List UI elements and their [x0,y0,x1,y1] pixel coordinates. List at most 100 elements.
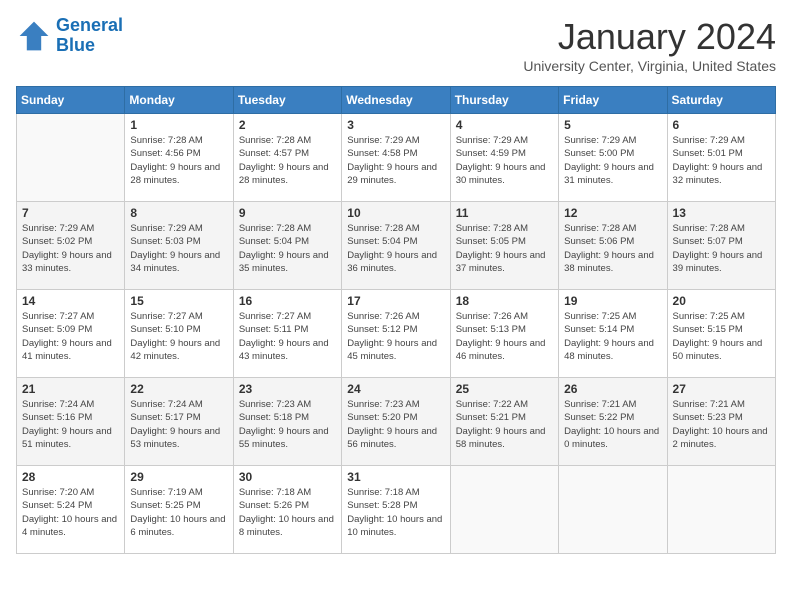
calendar-day-cell: 4Sunrise: 7:29 AMSunset: 4:59 PMDaylight… [450,114,558,202]
day-info: Sunrise: 7:25 AMSunset: 5:14 PMDaylight:… [564,310,661,363]
day-info: Sunrise: 7:28 AMSunset: 5:04 PMDaylight:… [347,222,444,275]
day-number: 16 [239,294,336,308]
calendar-day-cell: 17Sunrise: 7:26 AMSunset: 5:12 PMDayligh… [342,290,450,378]
day-info: Sunrise: 7:29 AMSunset: 4:58 PMDaylight:… [347,134,444,187]
day-number: 3 [347,118,444,132]
weekday-header-wednesday: Wednesday [342,87,450,114]
day-number: 20 [673,294,770,308]
weekday-header-row: SundayMondayTuesdayWednesdayThursdayFrid… [17,87,776,114]
day-info: Sunrise: 7:29 AMSunset: 5:03 PMDaylight:… [130,222,227,275]
day-number: 11 [456,206,553,220]
day-info: Sunrise: 7:23 AMSunset: 5:20 PMDaylight:… [347,398,444,451]
calendar-week-row: 1Sunrise: 7:28 AMSunset: 4:56 PMDaylight… [17,114,776,202]
calendar-week-row: 21Sunrise: 7:24 AMSunset: 5:16 PMDayligh… [17,378,776,466]
day-info: Sunrise: 7:29 AMSunset: 4:59 PMDaylight:… [456,134,553,187]
calendar-day-cell: 11 Sunrise: 7:28 AMSunset: 5:05 PMDayligh… [450,202,558,290]
calendar-day-cell: 21Sunrise: 7:24 AMSunset: 5:16 PMDayligh… [17,378,125,466]
day-info: Sunrise: 7:27 AMSunset: 5:11 PMDaylight:… [239,310,336,363]
month-title: January 2024 [523,16,776,58]
calendar-day-cell: 30Sunrise: 7:18 AMSunset: 5:26 PMDayligh… [233,466,341,554]
calendar-day-cell: 9 Sunrise: 7:28 AMSunset: 5:04 PMDaylight… [233,202,341,290]
day-info: Sunrise: 7:26 AMSunset: 5:13 PMDaylight:… [456,310,553,363]
day-number: 7 [22,206,119,220]
calendar-day-cell: 22 Sunrise: 7:24 AMSunset: 5:17 PMDayligh… [125,378,233,466]
day-number: 29 [130,470,227,484]
weekday-header-tuesday: Tuesday [233,87,341,114]
calendar-day-cell [450,466,558,554]
day-info: Sunrise: 7:29 AMSunset: 5:01 PMDaylight:… [673,134,770,187]
day-info: Sunrise: 7:28 AMSunset: 4:57 PMDaylight:… [239,134,336,187]
calendar-day-cell: 10 Sunrise: 7:28 AMSunset: 5:04 PMDayligh… [342,202,450,290]
day-info: Sunrise: 7:18 AMSunset: 5:28 PMDaylight:… [347,486,444,539]
calendar-day-cell [17,114,125,202]
calendar-day-cell: 5 Sunrise: 7:29 AMSunset: 5:00 PMDaylight… [559,114,667,202]
day-number: 28 [22,470,119,484]
logo-text: General Blue [56,16,123,56]
day-number: 8 [130,206,227,220]
day-number: 5 [564,118,661,132]
calendar-day-cell: 29 Sunrise: 7:19 AMSunset: 5:25 PMDayligh… [125,466,233,554]
calendar-week-row: 7 Sunrise: 7:29 AMSunset: 5:02 PMDaylight… [17,202,776,290]
calendar-day-cell: 6Sunrise: 7:29 AMSunset: 5:01 PMDaylight… [667,114,775,202]
calendar-day-cell: 24 Sunrise: 7:23 AMSunset: 5:20 PMDayligh… [342,378,450,466]
calendar-day-cell: 13Sunrise: 7:28 AMSunset: 5:07 PMDayligh… [667,202,775,290]
day-number: 1 [130,118,227,132]
logo: General Blue [16,16,123,56]
page-header: General Blue January 2024 University Cen… [16,16,776,74]
day-info: Sunrise: 7:28 AMSunset: 5:06 PMDaylight:… [564,222,661,275]
calendar-day-cell: 3 Sunrise: 7:29 AMSunset: 4:58 PMDaylight… [342,114,450,202]
day-info: Sunrise: 7:29 AMSunset: 5:02 PMDaylight:… [22,222,119,275]
calendar-day-cell: 23 Sunrise: 7:23 AMSunset: 5:18 PMDayligh… [233,378,341,466]
day-number: 31 [347,470,444,484]
calendar-day-cell: 20 Sunrise: 7:25 AMSunset: 5:15 PMDayligh… [667,290,775,378]
calendar-day-cell: 28 Sunrise: 7:20 AMSunset: 5:24 PMDayligh… [17,466,125,554]
day-info: Sunrise: 7:28 AMSunset: 5:04 PMDaylight:… [239,222,336,275]
day-number: 27 [673,382,770,396]
title-area: January 2024 University Center, Virginia… [523,16,776,74]
calendar-day-cell: 14Sunrise: 7:27 AMSunset: 5:09 PMDayligh… [17,290,125,378]
day-number: 17 [347,294,444,308]
calendar-day-cell: 7 Sunrise: 7:29 AMSunset: 5:02 PMDaylight… [17,202,125,290]
calendar-week-row: 28 Sunrise: 7:20 AMSunset: 5:24 PMDayligh… [17,466,776,554]
weekday-header-friday: Friday [559,87,667,114]
calendar-day-cell: 1Sunrise: 7:28 AMSunset: 4:56 PMDaylight… [125,114,233,202]
day-info: Sunrise: 7:21 AMSunset: 5:23 PMDaylight:… [673,398,770,451]
calendar-day-cell: 31 Sunrise: 7:18 AMSunset: 5:28 PMDayligh… [342,466,450,554]
day-info: Sunrise: 7:28 AMSunset: 5:07 PMDaylight:… [673,222,770,275]
calendar-day-cell: 25 Sunrise: 7:22 AMSunset: 5:21 PMDayligh… [450,378,558,466]
weekday-header-thursday: Thursday [450,87,558,114]
calendar-day-cell: 18 Sunrise: 7:26 AMSunset: 5:13 PMDayligh… [450,290,558,378]
weekday-header-sunday: Sunday [17,87,125,114]
day-number: 22 [130,382,227,396]
day-info: Sunrise: 7:22 AMSunset: 5:21 PMDaylight:… [456,398,553,451]
calendar-day-cell [667,466,775,554]
day-info: Sunrise: 7:25 AMSunset: 5:15 PMDaylight:… [673,310,770,363]
calendar-day-cell: 2Sunrise: 7:28 AMSunset: 4:57 PMDaylight… [233,114,341,202]
day-number: 30 [239,470,336,484]
calendar-day-cell: 15 Sunrise: 7:27 AMSunset: 5:10 PMDayligh… [125,290,233,378]
day-number: 19 [564,294,661,308]
calendar-day-cell: 8 Sunrise: 7:29 AMSunset: 5:03 PMDaylight… [125,202,233,290]
calendar-day-cell: 19 Sunrise: 7:25 AMSunset: 5:14 PMDayligh… [559,290,667,378]
day-number: 23 [239,382,336,396]
day-info: Sunrise: 7:24 AMSunset: 5:16 PMDaylight:… [22,398,119,451]
day-info: Sunrise: 7:28 AMSunset: 5:05 PMDaylight:… [456,222,553,275]
day-number: 10 [347,206,444,220]
day-info: Sunrise: 7:19 AMSunset: 5:25 PMDaylight:… [130,486,227,539]
day-info: Sunrise: 7:27 AMSunset: 5:10 PMDaylight:… [130,310,227,363]
day-number: 9 [239,206,336,220]
logo-line1: General [56,15,123,35]
day-info: Sunrise: 7:24 AMSunset: 5:17 PMDaylight:… [130,398,227,451]
day-info: Sunrise: 7:20 AMSunset: 5:24 PMDaylight:… [22,486,119,539]
day-number: 18 [456,294,553,308]
day-info: Sunrise: 7:29 AMSunset: 5:00 PMDaylight:… [564,134,661,187]
weekday-header-monday: Monday [125,87,233,114]
calendar-day-cell: 12Sunrise: 7:28 AMSunset: 5:06 PMDayligh… [559,202,667,290]
day-number: 15 [130,294,227,308]
calendar-day-cell: 26Sunrise: 7:21 AMSunset: 5:22 PMDayligh… [559,378,667,466]
location-subtitle: University Center, Virginia, United Stat… [523,58,776,74]
day-info: Sunrise: 7:23 AMSunset: 5:18 PMDaylight:… [239,398,336,451]
logo-icon [16,18,52,54]
day-number: 24 [347,382,444,396]
day-number: 25 [456,382,553,396]
